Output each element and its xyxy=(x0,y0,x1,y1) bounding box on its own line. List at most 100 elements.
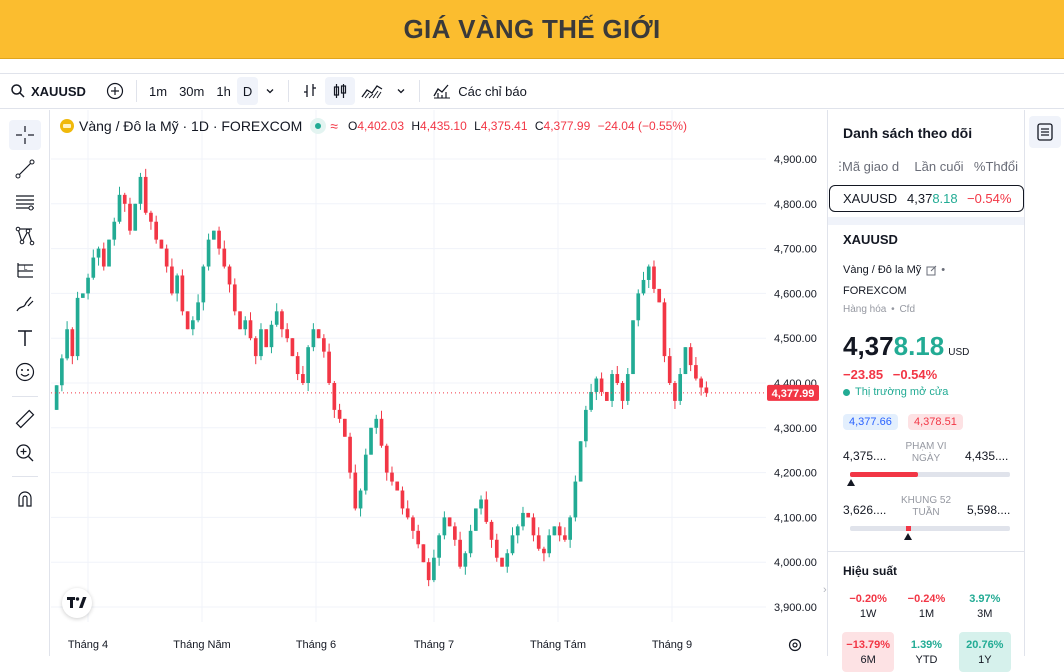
compare-button[interactable] xyxy=(100,77,130,105)
candle-body xyxy=(683,347,688,375)
tradingview-logo[interactable] xyxy=(62,588,92,618)
interval-d[interactable]: D xyxy=(236,77,259,105)
trendline-tool[interactable] xyxy=(9,154,41,184)
candle-body xyxy=(641,279,646,294)
candle-body xyxy=(316,329,321,339)
interval-1m[interactable]: 1m xyxy=(143,77,173,105)
settings-button[interactable] xyxy=(787,637,803,653)
candle-body xyxy=(500,557,504,567)
price-chart[interactable]: 4,900.00 4,800.00 4,700.00 4,600.00 4,500.00… xyxy=(51,110,826,656)
symbol-search[interactable]: XAUUSD xyxy=(4,77,96,105)
perf-value: 20.76% xyxy=(966,638,1004,651)
candle-body xyxy=(133,203,138,231)
price-tick: 4,800.00 xyxy=(774,199,817,211)
candle-body xyxy=(295,356,300,375)
projection-tool[interactable]: L xyxy=(9,255,41,285)
candle-body xyxy=(243,320,248,330)
candle-body xyxy=(259,329,263,357)
candle-body xyxy=(327,351,331,383)
panel-collapse-handle[interactable]: › xyxy=(823,584,831,604)
perf-label: YTD xyxy=(915,653,938,666)
candle-body xyxy=(678,374,683,401)
drag-handle-icon[interactable]: ⋮ xyxy=(834,159,846,173)
watchlist-header: ⋮ Mã giao d Lần cuối %Thđổi xyxy=(828,153,1025,179)
candle-body xyxy=(143,176,148,213)
crosshair-tool[interactable] xyxy=(9,120,41,150)
candle-body xyxy=(65,329,69,359)
candle-body xyxy=(54,385,59,410)
row-last-b: 8.18 xyxy=(932,191,958,206)
bar-style-button[interactable] xyxy=(295,77,325,105)
zoom-tool[interactable] xyxy=(9,438,41,468)
text-tool[interactable] xyxy=(9,323,41,353)
interval-30m[interactable]: 30m xyxy=(173,77,210,105)
magnet-tool[interactable] xyxy=(9,484,41,514)
candle-body xyxy=(128,203,132,231)
pattern-tool[interactable] xyxy=(9,221,41,251)
brush-tool[interactable] xyxy=(9,289,41,319)
price-tick: 4,100.00 xyxy=(774,512,817,524)
candle-body xyxy=(400,490,405,509)
change-abs: −23.85 xyxy=(843,367,884,382)
fib-tool[interactable] xyxy=(9,187,41,217)
candle-body xyxy=(421,544,426,563)
perf-value: −13.79% xyxy=(846,638,891,651)
area-style-button[interactable] xyxy=(355,77,389,105)
emoji-tool[interactable] xyxy=(9,357,41,387)
bars-icon xyxy=(304,84,317,97)
watchlist-toggle[interactable] xyxy=(1029,116,1061,148)
candle-body xyxy=(159,239,164,249)
indicators-label: Các chỉ báo xyxy=(458,83,527,99)
column-change[interactable]: %Thđổi xyxy=(970,159,1018,174)
trendline-icon xyxy=(15,159,35,179)
w52-high: 5,598.... xyxy=(967,503,1011,517)
external-link-icon[interactable] xyxy=(926,265,937,276)
candle-body xyxy=(442,517,447,536)
indicators-button[interactable]: Các chỉ báo xyxy=(426,77,533,105)
low-value: 4,375.41 xyxy=(480,119,528,133)
interval-1h[interactable]: 1h xyxy=(210,77,236,105)
chart-type-dropdown[interactable] xyxy=(389,77,413,105)
candle-body xyxy=(625,374,630,401)
candle-body xyxy=(217,230,221,249)
perf-label: 6M xyxy=(860,653,876,666)
candle-body xyxy=(180,275,185,312)
price-tick: 4,600.00 xyxy=(774,288,817,300)
candlestick-chart[interactable]: 4,900.00 4,800.00 4,700.00 4,600.00 4,500.00… xyxy=(51,110,826,656)
symbol-label: XAUUSD xyxy=(31,83,86,99)
row-change: −0.54% xyxy=(967,191,1012,206)
candle-body xyxy=(191,320,195,330)
candle-body xyxy=(432,557,436,581)
text-icon xyxy=(18,330,32,346)
day-range-marker xyxy=(847,479,855,486)
price-tick: 4,300.00 xyxy=(774,423,817,435)
detail-exchange[interactable]: FOREXCOM xyxy=(843,285,907,297)
detail-symbol[interactable]: XAUUSD xyxy=(843,232,898,247)
candle-body xyxy=(573,481,578,518)
detail-category: Hàng hóa xyxy=(843,304,887,315)
candle-body xyxy=(636,293,641,321)
interval-dropdown[interactable] xyxy=(258,77,282,105)
candle-body xyxy=(547,535,552,554)
w52-range-fill xyxy=(906,526,911,531)
candle-body xyxy=(542,548,546,554)
candle-body xyxy=(468,530,473,554)
day-range-label: PHẠM VI NGÀY xyxy=(905,441,947,464)
candle-body xyxy=(437,535,441,558)
candle-body xyxy=(453,526,457,540)
candles-style-button[interactable] xyxy=(325,77,356,105)
measure-tool[interactable] xyxy=(9,404,41,434)
time-tick: Tháng 9 xyxy=(652,639,692,651)
candle-body xyxy=(599,378,604,392)
watchlist-panel: Danh sách theo dõi ⋮ Mã giao d Lần cuối … xyxy=(827,110,1025,672)
column-last[interactable]: Lần cuối xyxy=(908,159,970,174)
candle-body xyxy=(390,472,394,482)
column-symbol[interactable]: Mã giao d xyxy=(842,159,908,174)
candle-body xyxy=(164,248,169,267)
candle-body xyxy=(484,499,489,522)
candle-body xyxy=(615,374,620,383)
candle-body xyxy=(117,194,122,222)
detail-name[interactable]: Vàng / Đô la Mỹ xyxy=(843,264,921,276)
candle-body xyxy=(563,535,567,540)
watchlist-row[interactable]: XAUUSD 4,378.18 −0.54% xyxy=(829,185,1024,212)
